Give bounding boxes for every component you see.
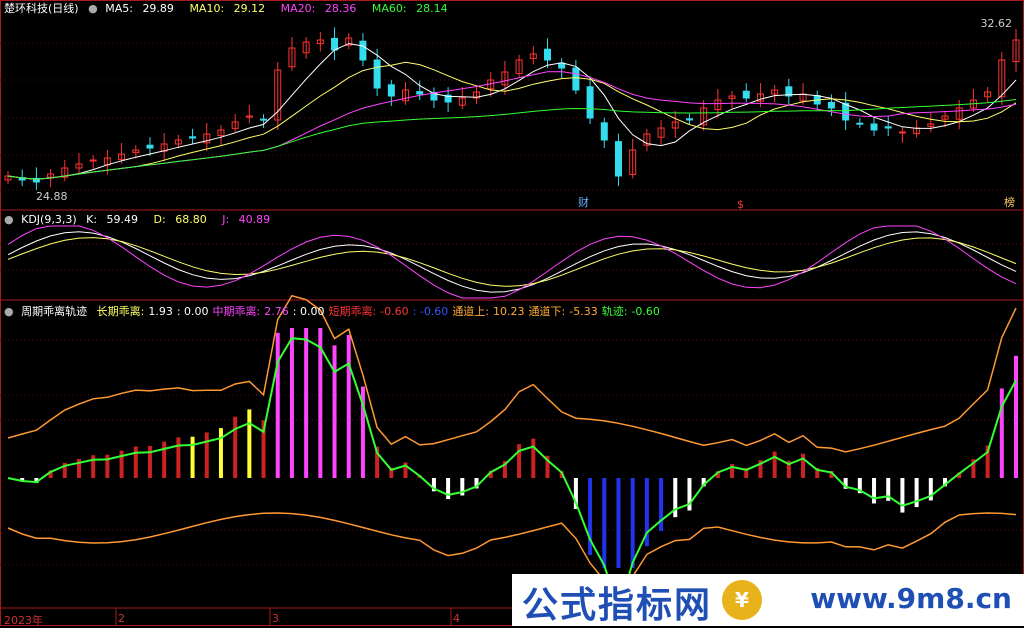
ma60-label: MA60: 28.14 [371, 2, 448, 15]
ma5-label: MA5: 29.89 [105, 2, 174, 15]
deviation-bar [133, 446, 138, 478]
watermark-banner: 公式指标网 ¥ www.9m8.cn [512, 574, 1024, 626]
kdj-title[interactable]: KDJ(9,3,3) [21, 213, 77, 226]
candle-body [685, 118, 693, 121]
main-panel-header: 楚环科技(日线) ● MA5: 29.89 MA10: 29.12 MA20: … [4, 1, 460, 17]
deviation-legend-item: -5.33 [569, 305, 598, 318]
deviation-legend-item: 长期乖离: [96, 305, 145, 318]
low-price-label: 24.88 [36, 190, 68, 203]
deviation-bar [247, 409, 252, 478]
deviation-bar [602, 478, 607, 568]
ma20-label: MA20: 28.36 [280, 2, 357, 15]
candle-body [856, 122, 864, 125]
deviation-bar [630, 478, 635, 568]
deviation-bar [176, 437, 181, 478]
rank-marker[interactable]: 榜 [1004, 195, 1015, 209]
deviation-panel-header: ● 周期乖离轨迹 长期乖离: 1.93: 0.00 中期乖离: 2.76: 0.00 短… [4, 304, 670, 320]
candle-body [416, 91, 424, 95]
deviation-bar [872, 478, 877, 504]
settings-circle-icon[interactable]: ● [4, 305, 14, 318]
k-value: K: 59.49 [86, 213, 139, 226]
date-label: 3 [272, 612, 279, 625]
watermark-site-name: 公式指标网 [522, 585, 713, 626]
deviation-bar [346, 334, 351, 478]
deviation-legend-item: 2.76 [264, 305, 289, 318]
ma10-label: MA10: 29.12 [189, 2, 266, 15]
deviation-legend-item: 通道下: [528, 305, 566, 318]
date-label: 4 [453, 612, 460, 625]
deviation-legend-item: : -0.60 [412, 305, 449, 318]
d-value: D: 68.80 [153, 213, 207, 226]
deviation-bar [147, 445, 152, 478]
deviation-bar [304, 328, 309, 478]
candle-body [870, 123, 878, 131]
deviation-bar [289, 328, 294, 478]
candle-body [189, 136, 197, 139]
stock-title[interactable]: 楚环科技(日线) [4, 2, 79, 15]
deviation-legend-item: : 0.00 [176, 305, 209, 318]
candle-body [614, 141, 622, 177]
deviation-bar [1014, 355, 1018, 478]
watermark-url: www.9m8.cn [810, 582, 1012, 615]
deviation-bar [233, 416, 238, 478]
deviation-bar [900, 478, 905, 513]
deviation-legend-item: 1.93 [148, 305, 173, 318]
deviation-bar [204, 432, 209, 478]
dollar-marker[interactable]: $ [737, 198, 744, 211]
deviation-bar [162, 441, 167, 478]
settings-circle-icon[interactable]: ● [88, 2, 98, 15]
candle-body [898, 131, 906, 134]
deviation-bar [801, 453, 806, 478]
deviation-legend-item: 通道上: [452, 305, 490, 318]
candle-body [572, 67, 580, 91]
deviation-legend-item: 短期乖离: [328, 305, 377, 318]
candle-body [600, 122, 608, 141]
candle-body [373, 59, 381, 89]
deviation-bar [772, 451, 777, 478]
deviation-bar [190, 436, 195, 478]
candle-body [543, 48, 551, 61]
deviation-bar [332, 345, 337, 478]
deviation-bar [517, 444, 522, 478]
deviation-legend-item: 轨迹: [601, 305, 628, 318]
deviation-bar [91, 455, 96, 478]
candle-body [331, 37, 339, 51]
deviation-bar [659, 478, 664, 532]
kdj-panel-header: ● KDJ(9,3,3) K: 59.49 D: 68.80 J: 40.89 [4, 212, 282, 228]
deviation-legend-item: -0.60 [631, 305, 660, 318]
candle-body [387, 84, 395, 97]
watermark-logo-icon: ¥ [722, 580, 762, 620]
deviation-legend-item: 10.23 [493, 305, 525, 318]
candle-body [586, 86, 594, 119]
candle-body [558, 62, 566, 69]
candle-body [260, 118, 268, 121]
settings-circle-icon[interactable]: ● [4, 213, 14, 226]
j-value: J: 40.89 [222, 213, 271, 226]
candle-body [742, 90, 750, 99]
deviation-title[interactable]: 周期乖离轨迹 [21, 305, 87, 318]
deviation-legend-item: : 0.00 [292, 305, 325, 318]
deviation-bar [687, 478, 692, 511]
candle-body [884, 126, 892, 129]
deviation-bar [616, 478, 621, 568]
deviation-bar [218, 428, 223, 478]
candle-body [359, 40, 367, 61]
candle-body [827, 101, 835, 109]
deviation-legend-item: -0.60 [380, 305, 409, 318]
finance-marker[interactable]: 财 [578, 195, 589, 209]
candle-body [146, 144, 154, 149]
date-label: 2 [118, 612, 125, 625]
high-price-label: 32.62 [981, 17, 1013, 30]
candle-body [89, 159, 97, 162]
deviation-legend-item: 中期乖离: [212, 305, 261, 318]
deviation-bar [531, 438, 536, 478]
deviation-bar [275, 332, 280, 478]
deviation-bar [446, 478, 451, 500]
